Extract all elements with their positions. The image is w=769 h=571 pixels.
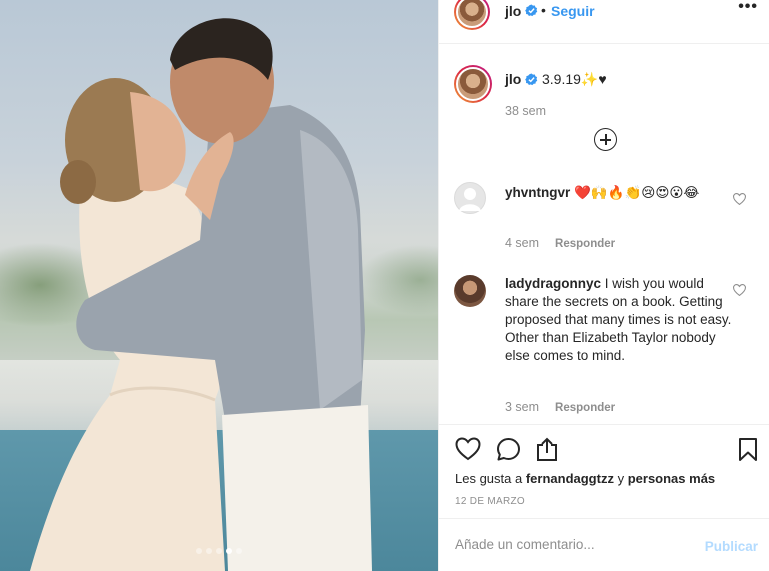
default-avatar-icon — [459, 188, 481, 211]
author-username[interactable]: jlo — [505, 3, 521, 19]
comment-avatar[interactable] — [454, 182, 486, 214]
caption-time[interactable]: 38 sem — [505, 104, 546, 118]
post-side-panel: jlo • Seguir ••• jlo 3.9.19✨♥ 38 sem yhv… — [438, 0, 769, 571]
caption-username[interactable]: jlo — [505, 71, 521, 87]
comment-meta: 4 sem Responder — [505, 236, 615, 250]
comment-icon[interactable] — [496, 437, 521, 462]
comment-text: ❤️🙌🔥👏😢😍😮😂 — [574, 185, 700, 200]
comment-username[interactable]: ladydragonnyc — [505, 276, 601, 291]
comment-body: ladydragonnyc I wish you would share the… — [505, 275, 735, 365]
caption-avatar[interactable] — [454, 65, 492, 103]
more-options-icon[interactable]: ••• — [738, 0, 758, 16]
carousel-dot — [236, 548, 242, 554]
post-header: jlo • Seguir ••• — [439, 0, 769, 44]
carousel-dot — [206, 548, 212, 554]
comment-like-icon[interactable] — [733, 284, 746, 296]
post-actions — [439, 424, 769, 461]
verified-badge-icon — [525, 4, 538, 17]
post-photo[interactable] — [0, 0, 438, 571]
reply-button[interactable]: Responder — [555, 238, 615, 250]
comment-input[interactable] — [455, 537, 685, 552]
comment-avatar[interactable] — [454, 275, 486, 307]
carousel-indicator — [0, 541, 438, 559]
photo-couple-illustration — [30, 18, 372, 571]
carousel-dot — [216, 548, 222, 554]
plus-circle-icon[interactable] — [594, 128, 617, 151]
comment-time[interactable]: 4 sem — [505, 236, 539, 250]
post-date[interactable]: 12 DE MARZO — [455, 496, 525, 507]
add-comment-bar: Publicar — [439, 518, 769, 571]
comment-username[interactable]: yhvntngvr — [505, 185, 570, 200]
comment-like-icon[interactable] — [733, 193, 746, 205]
heart-icon[interactable] — [455, 437, 481, 461]
bookmark-icon[interactable] — [738, 437, 758, 462]
likes-user-link[interactable]: fernandaggtzz — [526, 471, 614, 486]
follow-button[interactable]: Seguir — [551, 3, 595, 19]
likes-others-link[interactable]: personas más — [628, 471, 715, 486]
author-avatar[interactable] — [454, 0, 490, 30]
publish-button[interactable]: Publicar — [705, 539, 758, 554]
verified-badge-icon — [525, 73, 538, 86]
comment-body: yhvntngvr ❤️🙌🔥👏😢😍😮😂 — [505, 184, 735, 202]
likes-summary: Les gusta a fernandaggtzz y personas más — [455, 471, 715, 486]
header-separator: • — [541, 2, 546, 18]
comment-time[interactable]: 3 sem — [505, 400, 539, 414]
comment-meta: 3 sem Responder — [505, 400, 615, 414]
share-icon[interactable] — [536, 437, 558, 462]
likes-joiner: y — [617, 471, 625, 486]
carousel-dot-active — [226, 548, 232, 554]
caption-text: 3.9.19✨♥ — [542, 71, 607, 87]
reply-button[interactable]: Responder — [555, 402, 615, 414]
carousel-dot — [196, 548, 202, 554]
likes-prefix: Les gusta a — [455, 471, 523, 486]
